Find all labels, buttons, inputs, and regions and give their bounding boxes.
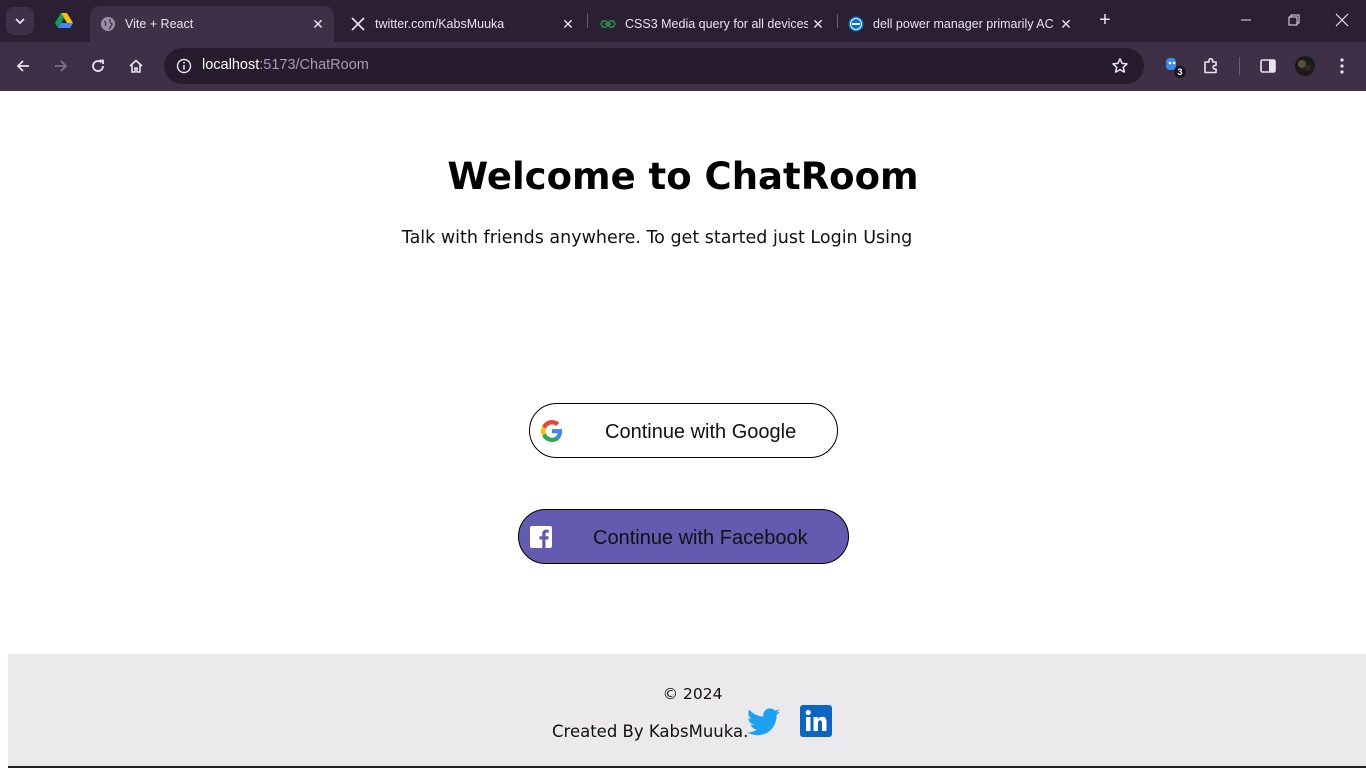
side-panel-icon: [1260, 59, 1276, 73]
url-path: :5173/ChatRoom: [259, 57, 369, 73]
google-button-label: Continue with Google: [605, 421, 797, 443]
reload-icon: [92, 59, 104, 72]
pinned-tab-google-drive[interactable]: [48, 8, 80, 34]
copyright-text: © 2024: [662, 685, 723, 703]
google-drive-icon: [55, 13, 73, 28]
restore-icon: [1288, 14, 1300, 26]
dell-icon: [848, 16, 864, 32]
linkedin-icon[interactable]: [800, 705, 832, 737]
tab-title: Vite + React: [125, 17, 194, 31]
close-icon[interactable]: ✕: [308, 14, 328, 34]
close-icon[interactable]: ✕: [558, 14, 578, 34]
close-window-button[interactable]: [1318, 0, 1366, 40]
site-info-icon[interactable]: [172, 54, 196, 78]
reload-button[interactable]: [84, 52, 112, 80]
page-title: Welcome to ChatRoom: [447, 155, 919, 198]
facebook-button-label: Continue with Facebook: [593, 527, 808, 549]
tab-vite-react[interactable]: Vite + React ✕: [90, 6, 334, 42]
arrow-left-icon: [16, 60, 29, 72]
page-subtitle: Talk with friends anywhere. To get start…: [401, 228, 913, 248]
facebook-logo-icon: [530, 526, 552, 548]
extension-button[interactable]: 3: [1160, 53, 1186, 79]
restore-button[interactable]: [1270, 0, 1318, 40]
extensions-menu-button[interactable]: [1198, 53, 1224, 79]
continue-with-facebook-button[interactable]: Continue with Facebook: [518, 509, 849, 564]
side-panel-button[interactable]: [1255, 53, 1281, 79]
twitter-icon[interactable]: [747, 707, 780, 737]
close-icon[interactable]: ✕: [808, 14, 828, 34]
tab-separator: [587, 14, 588, 28]
chatroom-page: Welcome to ChatRoom Talk with friends an…: [0, 91, 1366, 768]
geeksforgeeks-icon: [600, 16, 616, 32]
kebab-menu-icon: [1340, 58, 1344, 74]
forward-button[interactable]: [47, 52, 75, 80]
bookmark-star-icon[interactable]: [1108, 54, 1132, 78]
page-footer: © 2024 Created By KabsMuuka.: [8, 654, 1366, 768]
globe-icon: [100, 16, 116, 32]
tab-title: twitter.com/KabsMuuka: [375, 17, 505, 31]
avatar-icon: [1295, 56, 1315, 76]
address-bar[interactable]: localhost:5173/ChatRoom: [164, 48, 1144, 84]
home-icon: [129, 59, 143, 73]
google-logo-icon: [541, 420, 563, 442]
x-logo-icon: [350, 16, 366, 32]
created-by-text: Created By KabsMuuka.: [552, 722, 749, 741]
tab-css3-media-query[interactable]: CSS3 Media query for all devices - ✕: [590, 6, 834, 42]
url-host: localhost: [202, 57, 260, 73]
home-button[interactable]: [122, 52, 150, 80]
tab-dell-power-manager[interactable]: dell power manager primarily AC u ✕: [838, 6, 1082, 42]
toolbar-divider: [1239, 57, 1240, 75]
back-button[interactable]: [9, 52, 37, 80]
tab-title: CSS3 Media query for all devices -: [625, 17, 808, 31]
profile-avatar[interactable]: [1292, 53, 1318, 79]
minimize-icon: [1241, 19, 1251, 21]
close-icon: [1335, 13, 1349, 27]
url-text[interactable]: localhost:5173/ChatRoom: [202, 57, 369, 73]
new-tab-button[interactable]: +: [1094, 10, 1116, 32]
browser-toolbar: localhost:5173/ChatRoom 3: [0, 42, 1366, 91]
close-icon[interactable]: ✕: [1056, 14, 1076, 34]
minimize-button[interactable]: [1222, 0, 1270, 40]
tab-title: dell power manager primarily AC u: [873, 17, 1056, 31]
arrow-right-icon: [55, 60, 68, 72]
extension-badge: 3: [1174, 66, 1186, 78]
tab-search-button[interactable]: [6, 7, 34, 35]
browser-menu-button[interactable]: [1329, 53, 1355, 79]
continue-with-google-button[interactable]: Continue with Google: [529, 403, 838, 458]
tab-strip: Vite + React ✕ twitter.com/KabsMuuka ✕ C…: [0, 0, 1366, 42]
puzzle-icon: [1204, 57, 1217, 74]
chevron-down-icon: [15, 18, 25, 25]
tab-twitter[interactable]: twitter.com/KabsMuuka ✕: [340, 6, 584, 42]
